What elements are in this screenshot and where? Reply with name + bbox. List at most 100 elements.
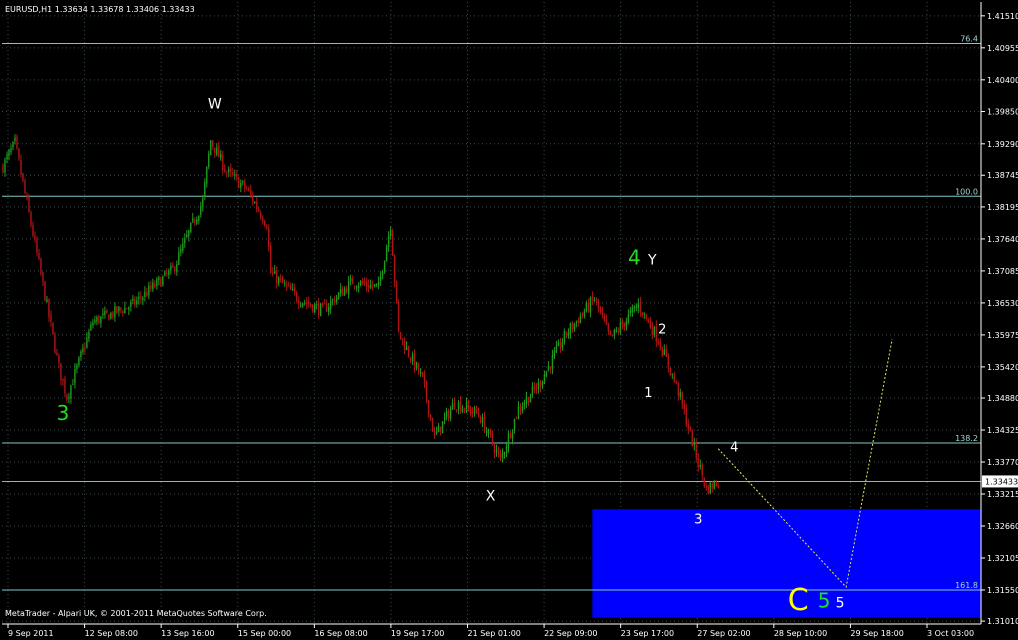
candle-body [90, 324, 92, 331]
candle-body [657, 341, 660, 344]
candle-body [18, 148, 20, 160]
candle-body [327, 307, 330, 312]
target-zone-layer [592, 509, 981, 618]
x-tick-label: 16 Sep 08:00 [314, 629, 367, 638]
candle-body [258, 209, 260, 212]
candle-body [144, 291, 146, 297]
candle-body [499, 453, 502, 458]
candle-body [455, 409, 458, 411]
candle-body [194, 219, 196, 224]
candle-body [581, 314, 584, 316]
candle-body [182, 243, 184, 251]
candle-body [158, 277, 160, 281]
x-tick-label: 21 Sep 01:00 [468, 629, 521, 638]
candle-body [507, 434, 510, 448]
candle-body [647, 320, 650, 322]
x-tick-label: 12 Sep 08:00 [85, 629, 138, 638]
candle-body [36, 238, 38, 253]
candle-body [601, 310, 604, 316]
candle-body [114, 306, 116, 318]
y-tick-label: 1.40955 [987, 44, 1018, 53]
candle-body [621, 321, 624, 325]
candle-body [299, 305, 302, 307]
candle-body [365, 281, 368, 287]
candle-body [254, 202, 256, 204]
candle-body [148, 285, 150, 296]
candle-body [150, 285, 152, 289]
target-zone [592, 509, 981, 618]
candle-body [549, 366, 552, 369]
candle-body [46, 299, 48, 302]
chart-window[interactable]: 76.4 100.0 138.2 161.8 3WX4Y2143C55 1.41510… [0, 0, 1018, 640]
candle-body [164, 271, 166, 276]
candle-body [359, 281, 362, 285]
price-chart[interactable]: 76.4100.0138.2161.8 3WX4 Y2143C 5 5 1.41510… [0, 0, 1018, 640]
candle-body [32, 225, 34, 237]
candle-body [297, 300, 300, 305]
candle-body [309, 303, 312, 306]
candle-body [64, 379, 66, 394]
candle-body [228, 169, 230, 172]
candle-body [431, 418, 434, 432]
candle-body [226, 171, 228, 173]
candle-body [341, 288, 344, 296]
candle-body [701, 464, 703, 476]
candle-body [333, 299, 336, 304]
candle-body [521, 406, 524, 412]
candle-body [495, 449, 498, 452]
x-tick-label: 27 Sep 02:00 [697, 629, 750, 638]
candle-body [212, 140, 214, 147]
candle-body [575, 321, 578, 323]
candle-body [631, 307, 634, 313]
candle-body [707, 485, 709, 494]
candle-body [168, 270, 170, 275]
candle-body [331, 299, 334, 301]
candle-body [284, 282, 286, 284]
candle-body [405, 346, 408, 350]
candle-body [128, 307, 130, 310]
wave-label: X [486, 489, 496, 505]
candle-body [196, 219, 198, 224]
candle-body [174, 267, 176, 272]
candle-body [286, 284, 288, 286]
candle-body [240, 183, 242, 188]
candle-body [180, 249, 182, 253]
candle-body [691, 429, 693, 447]
candle-body [24, 180, 26, 193]
candle-body [533, 386, 536, 389]
candle-body [697, 458, 699, 466]
candle-body [305, 302, 308, 304]
candle-body [294, 287, 296, 293]
candle-body [276, 271, 278, 284]
y-tick-label: 1.39290 [987, 140, 1018, 149]
candle-body [443, 417, 446, 420]
candle-body [433, 431, 436, 434]
candle-body [407, 347, 410, 356]
candle-body [202, 198, 204, 207]
candle-body [54, 335, 56, 353]
candle-body [677, 383, 680, 396]
candle-body [513, 418, 516, 432]
candle-body [335, 297, 338, 302]
candle-body [379, 276, 382, 281]
candle-body [625, 320, 628, 328]
candle-body [699, 464, 701, 468]
y-tick-label: 1.32660 [987, 522, 1018, 531]
candle-body [198, 215, 200, 221]
candle-body [537, 382, 540, 389]
candle-body [713, 481, 715, 489]
candle-body [319, 303, 322, 317]
wave-label: 3 [694, 513, 702, 528]
candle-body [112, 312, 114, 318]
candle-body [437, 425, 440, 433]
candle-body [491, 434, 494, 445]
y-tick-label: 1.39850 [987, 108, 1018, 117]
candle-body [465, 402, 468, 412]
candle-body [693, 442, 695, 446]
candle-body [30, 212, 32, 226]
candle-body [561, 342, 564, 348]
candle-body [140, 296, 142, 299]
candle-body [186, 234, 188, 237]
candle-body [665, 348, 668, 357]
wave-label: 5 [818, 588, 831, 612]
